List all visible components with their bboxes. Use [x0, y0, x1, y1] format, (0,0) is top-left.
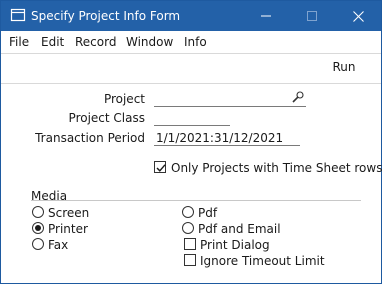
paste-special-icon[interactable]: [291, 91, 305, 103]
ignore-timeout-checkbox[interactable]: [184, 254, 196, 266]
run-button[interactable]: Run: [324, 60, 364, 78]
button-bar: Run: [1, 53, 381, 84]
project-class-field[interactable]: [154, 110, 230, 126]
radio-selected-dot: [35, 225, 41, 231]
radio-printer[interactable]: [32, 222, 44, 234]
radio-fax[interactable]: [32, 238, 44, 250]
only-projects-checkbox[interactable]: [154, 161, 166, 173]
close-icon: [352, 10, 364, 22]
radio-pdf-and-email-label[interactable]: Pdf and Email: [198, 222, 281, 236]
transaction-period-field[interactable]: [154, 130, 300, 146]
menu-info[interactable]: Info: [184, 35, 207, 49]
transaction-period-label: Transaction Period: [35, 131, 145, 145]
minimize-button[interactable]: [243, 1, 289, 31]
ignore-timeout-label[interactable]: Ignore Timeout Limit: [200, 254, 325, 268]
minimize-icon: [261, 15, 271, 17]
menu-record[interactable]: Record: [75, 35, 116, 49]
maximize-button[interactable]: [289, 1, 335, 31]
checkmark-icon: [156, 164, 166, 172]
project-label: Project: [103, 92, 145, 106]
project-field[interactable]: [154, 91, 306, 107]
project-class-label: Project Class: [68, 111, 145, 125]
radio-screen[interactable]: [32, 206, 44, 218]
menu-edit[interactable]: Edit: [41, 35, 64, 49]
radio-pdf-label[interactable]: Pdf: [198, 206, 217, 220]
menu-file[interactable]: File: [9, 35, 29, 49]
radio-pdf[interactable]: [182, 206, 194, 218]
title-bar[interactable]: Specify Project Info Form: [1, 1, 381, 31]
menu-bar: File Edit Record Window Info: [1, 31, 381, 53]
window-title: Specify Project Info Form: [31, 9, 181, 23]
form-window: Specify Project Info Form File Edit Reco…: [0, 0, 382, 284]
menu-window[interactable]: Window: [126, 35, 173, 49]
close-button[interactable]: [335, 1, 381, 31]
app-window-icon: [10, 7, 26, 23]
radio-screen-label[interactable]: Screen: [48, 206, 89, 220]
radio-printer-label[interactable]: Printer: [48, 222, 88, 236]
maximize-icon: [307, 11, 317, 21]
radio-fax-label[interactable]: Fax: [48, 238, 68, 252]
radio-pdf-and-email[interactable]: [182, 222, 194, 234]
media-divider: [31, 200, 361, 201]
only-projects-label[interactable]: Only Projects with Time Sheet rows: [171, 161, 382, 175]
print-dialog-label[interactable]: Print Dialog: [200, 238, 270, 252]
print-dialog-checkbox[interactable]: [184, 238, 196, 250]
form-body: Project Project Class Transaction Period…: [1, 85, 382, 283]
